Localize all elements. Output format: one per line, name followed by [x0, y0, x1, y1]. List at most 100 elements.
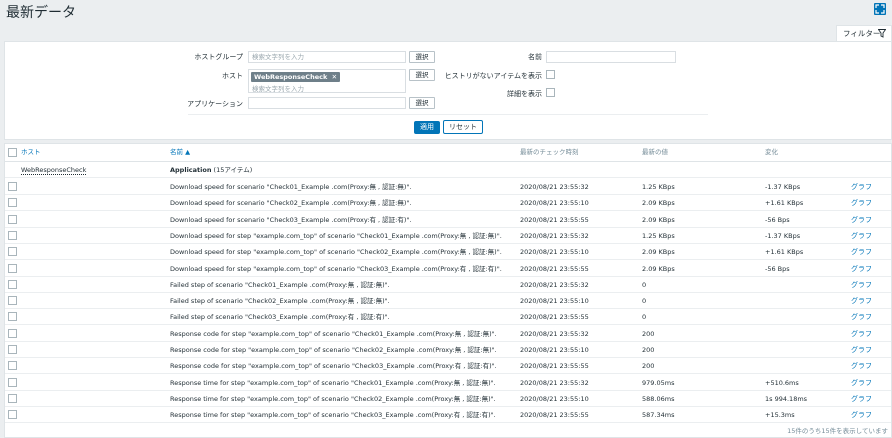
graph-link[interactable]: グラフ — [851, 391, 872, 407]
item-last-check: 2020/08/21 23:55:32 — [520, 378, 589, 387]
row-checkbox[interactable] — [8, 214, 17, 224]
application-label: アプリケーション — [187, 100, 243, 108]
host-group-input[interactable]: 検索文字列を入力 — [248, 51, 406, 63]
item-last-value: 1.25 KBps — [642, 231, 675, 240]
item-name: Download speed for step "example.com_top… — [170, 248, 502, 257]
graph-link[interactable]: グラフ — [851, 179, 872, 195]
group-host-label[interactable]: WebResponseCheck — [21, 166, 87, 175]
fullscreen-button[interactable] — [874, 3, 886, 15]
apply-button[interactable]: 適用 — [414, 121, 440, 134]
group-app-name: Application — [170, 166, 212, 174]
item-change: +1.61 KBps — [765, 199, 804, 208]
item-name: Failed step of scenario "Check03_Example… — [170, 313, 390, 322]
item-last-value: 1.25 KBps — [642, 183, 675, 191]
application-input[interactable] — [248, 97, 406, 109]
row-checkbox[interactable] — [8, 296, 17, 306]
item-name: Response code for step "example.com_top"… — [170, 329, 497, 338]
host-search-placeholder[interactable]: 検索文字列を入力 — [252, 83, 304, 93]
table-row: Response time for step "example.com_top"… — [5, 407, 891, 424]
host-tag[interactable]: WebResponseCheck ✕ — [251, 72, 341, 82]
item-last-value: 0 — [642, 280, 647, 289]
item-change: -1.37 KBps — [765, 183, 801, 191]
table-row: Download speed for step "example.com_top… — [5, 261, 891, 277]
host-group-select-button[interactable]: 選択 — [409, 51, 435, 63]
item-last-value: 979.05ms — [642, 378, 675, 387]
column-header-name[interactable]: 名前 ▲ — [170, 144, 190, 161]
row-checkbox[interactable] — [8, 345, 17, 354]
row-checkbox[interactable] — [8, 410, 17, 420]
item-last-check: 2020/08/21 23:55:55 — [520, 362, 589, 371]
item-name: Download speed for scenario "Check03_Exa… — [170, 215, 412, 224]
latest-data-table: ホスト 名前 ▲ 最新のチェック時刻 最新の値 変化 WebResponseCh… — [4, 143, 892, 438]
graph-link[interactable]: グラフ — [851, 342, 872, 358]
no-history-checkbox[interactable] — [546, 70, 555, 79]
item-last-value: 2.09 KBps — [642, 215, 675, 224]
graph-link[interactable]: グラフ — [851, 407, 872, 423]
row-checkbox[interactable] — [8, 312, 17, 322]
graph-link[interactable]: グラフ — [851, 309, 872, 325]
item-change: 1s 994.18ms — [765, 394, 808, 403]
item-last-check: 2020/08/21 23:55:32 — [520, 183, 589, 191]
table-row: Response code for step "example.com_top"… — [5, 342, 891, 358]
graph-link[interactable]: グラフ — [851, 195, 872, 211]
graph-link[interactable]: グラフ — [851, 293, 872, 309]
row-checkbox[interactable] — [8, 247, 17, 257]
column-header-change: 変化 — [765, 148, 778, 156]
item-change: -1.37 KBps — [765, 231, 801, 240]
reset-button[interactable]: リセット — [443, 120, 483, 134]
table-row: Response time for step "example.com_top"… — [5, 391, 891, 407]
select-all-checkbox[interactable] — [8, 148, 17, 157]
row-checkbox[interactable] — [8, 393, 17, 403]
row-checkbox[interactable] — [8, 182, 17, 191]
item-name: Download speed for step "example.com_top… — [170, 231, 502, 240]
item-name: Download speed for scenario "Check02_Exa… — [170, 199, 412, 208]
graph-link[interactable]: グラフ — [851, 358, 872, 374]
graph-link[interactable]: グラフ — [851, 261, 872, 277]
tag-remove-icon[interactable]: ✕ — [332, 73, 337, 81]
item-last-value: 587.34ms — [642, 411, 675, 420]
graph-link[interactable]: グラフ — [851, 326, 872, 342]
graph-link[interactable]: グラフ — [851, 244, 872, 260]
show-details-label: 詳細を表示 — [507, 90, 542, 98]
item-last-check: 2020/08/21 23:55:32 — [520, 280, 589, 289]
item-name: Download speed for step "example.com_top… — [170, 264, 502, 273]
item-last-check: 2020/08/21 23:55:10 — [520, 199, 589, 208]
item-name: Failed step of scenario "Check02_Example… — [170, 297, 390, 306]
host-label: ホスト — [222, 72, 243, 80]
table-row: Download speed for scenario "Check01_Exa… — [5, 179, 891, 195]
name-input[interactable] — [546, 51, 676, 63]
row-checkbox[interactable] — [8, 230, 17, 240]
filter-tab[interactable]: フィルター — [836, 25, 892, 41]
page-title: 最新データ — [6, 5, 76, 21]
table-row: Failed step of scenario "Check01_Example… — [5, 277, 891, 293]
graph-link[interactable]: グラフ — [851, 375, 872, 391]
column-header-host[interactable]: ホスト — [21, 144, 41, 161]
graph-link[interactable]: グラフ — [851, 277, 872, 293]
row-checkbox[interactable] — [8, 328, 17, 338]
item-name: Download speed for scenario "Check01_Exa… — [170, 183, 412, 191]
item-last-value: 200 — [642, 329, 655, 338]
row-checkbox[interactable] — [8, 279, 17, 289]
table-row: Download speed for scenario "Check03_Exa… — [5, 212, 891, 228]
graph-link[interactable]: グラフ — [851, 228, 872, 244]
column-header-last-check: 最新のチェック時刻 — [520, 148, 579, 156]
row-checkbox[interactable] — [8, 377, 17, 387]
host-select-button[interactable]: 選択 — [409, 69, 435, 81]
graph-link[interactable]: グラフ — [851, 212, 872, 228]
item-last-check: 2020/08/21 23:55:55 — [520, 313, 589, 322]
application-select-button[interactable]: 選択 — [409, 97, 435, 109]
table-row: Download speed for step "example.com_top… — [5, 244, 891, 261]
table-row: Failed step of scenario "Check03_Example… — [5, 309, 891, 326]
item-change: -56 Bps — [765, 264, 790, 273]
item-last-check: 2020/08/21 23:55:55 — [520, 264, 589, 273]
row-checkbox[interactable] — [8, 263, 17, 273]
group-host-link[interactable]: WebResponseCheck — [21, 162, 87, 178]
row-checkbox[interactable] — [8, 198, 17, 208]
show-details-checkbox[interactable] — [546, 88, 555, 97]
name-label: 名前 — [528, 53, 542, 61]
item-change: +1.61 KBps — [765, 248, 804, 257]
no-history-label: ヒストリがないアイテムを表示 — [444, 72, 542, 80]
host-multiselect[interactable]: WebResponseCheck ✕ 検索文字列を入力 — [248, 69, 406, 93]
row-checkbox[interactable] — [8, 361, 17, 371]
item-last-value: 200 — [642, 362, 655, 371]
